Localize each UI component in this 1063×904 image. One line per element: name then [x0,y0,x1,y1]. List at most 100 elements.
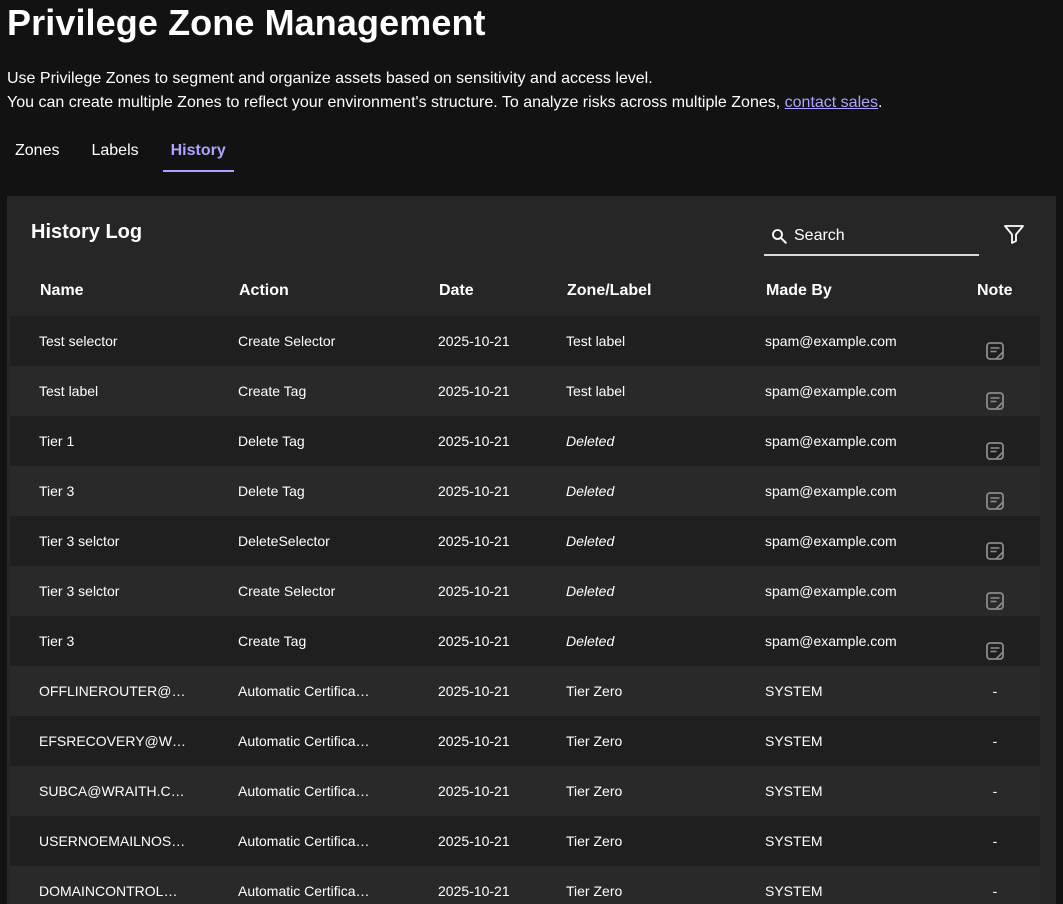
table-row[interactable]: Test label Create Tag 2025-10-21 Test la… [10,366,1040,416]
column-header-zone-label[interactable]: Zone/Label [567,282,651,300]
cell-name: Tier 3 selctor [39,583,120,599]
tab-zones[interactable]: Zones [7,134,67,172]
cell-action: Automatic Certifica… [238,733,370,749]
table-row[interactable]: Tier 3 Create Tag 2025-10-21 Deleted spa… [10,616,1040,666]
search-field[interactable] [764,218,979,256]
cell-zone-label: Test label [566,333,626,349]
cell-date: 2025-10-21 [438,483,510,499]
page-title: Privilege Zone Management [7,2,486,43]
cell-action: Automatic Certifica… [238,683,370,699]
tab-labels[interactable]: Labels [83,134,146,172]
cell-zone-label: Tier Zero [566,833,623,849]
cell-made-by: SYSTEM [765,833,823,849]
cell-date: 2025-10-21 [438,783,510,799]
cell-made-by: spam@example.com [765,633,897,649]
cell-action: Automatic Certifica… [238,883,370,899]
history-table-body: Test selector Create Selector 2025-10-21… [10,316,1040,904]
contact-sales-link[interactable]: contact sales [785,94,878,111]
cell-action: Create Tag [238,633,307,649]
note-icon[interactable] [985,631,1005,660]
filter-icon [1002,222,1026,251]
note-icon[interactable] [985,331,1005,360]
cell-date: 2025-10-21 [438,333,510,349]
cell-action: Delete Tag [238,433,305,449]
cell-made-by: spam@example.com [765,433,897,449]
cell-action: Automatic Certifica… [238,833,370,849]
cell-made-by: SYSTEM [765,783,823,799]
column-header-note: Note [977,282,1013,299]
cell-name: DOMAINCONTROL… [39,883,178,899]
table-row[interactable]: Test selector Create Selector 2025-10-21… [10,316,1040,366]
cell-made-by: SYSTEM [765,683,823,699]
cell-action: Delete Tag [238,483,305,499]
column-header-name[interactable]: Name [40,282,84,300]
cell-note: - [992,733,998,749]
cell-action: Create Selector [238,583,336,599]
cell-zone-label: Deleted [566,583,615,599]
cell-name: USERNOEMAILNOS… [39,833,186,849]
note-icon[interactable] [985,581,1005,610]
table-row[interactable]: DOMAINCONTROL… Automatic Certifica… 2025… [10,866,1040,904]
cell-date: 2025-10-21 [438,383,510,399]
cell-zone-label: Tier Zero [566,683,623,699]
table-row[interactable]: USERNOEMAILNOS… Automatic Certifica… 202… [10,816,1040,866]
cell-zone-label: Tier Zero [566,883,623,899]
cell-action: Create Selector [238,333,336,349]
note-icon[interactable] [985,531,1005,560]
cell-zone-label: Tier Zero [566,783,623,799]
cell-action: Create Tag [238,383,307,399]
cell-made-by: spam@example.com [765,333,897,349]
cell-note: - [992,833,998,849]
note-icon[interactable] [985,431,1005,460]
cell-made-by: SYSTEM [765,733,823,749]
cell-made-by: spam@example.com [765,383,897,399]
history-log-panel: History Log Name Action Date Zone/Label … [7,196,1056,904]
tab-history[interactable]: History [162,134,234,172]
column-header-made-by[interactable]: Made By [766,282,832,300]
table-row[interactable]: Tier 3 Delete Tag 2025-10-21 Deleted spa… [10,466,1040,516]
column-header-date[interactable]: Date [439,282,474,300]
cell-zone-label: Deleted [566,433,615,449]
search-input[interactable] [794,227,964,245]
description-line-2: You can create multiple Zones to reflect… [7,91,882,115]
cell-made-by: spam@example.com [765,483,897,499]
cell-action: Automatic Certifica… [238,783,370,799]
table-row[interactable]: Tier 3 selctor DeleteSelector 2025-10-21… [10,516,1040,566]
note-icon[interactable] [985,481,1005,510]
cell-name: Test selector [39,333,118,349]
search-icon [770,227,788,245]
cell-made-by: spam@example.com [765,583,897,599]
cell-name: OFFLINEROUTER@… [39,683,186,699]
table-row[interactable]: SUBCA@WRAITH.C… Automatic Certifica… 202… [10,766,1040,816]
cell-note: - [992,783,998,799]
table-header: Name Action Date Zone/Label Made By Note [7,266,1056,316]
cell-note: - [992,683,998,699]
cell-zone-label: Deleted [566,483,615,499]
description-line-1: Use Privilege Zones to segment and organ… [7,70,653,87]
cell-name: Tier 3 selctor [39,533,120,549]
cell-name: SUBCA@WRAITH.C… [39,783,185,799]
column-header-action[interactable]: Action [239,282,289,300]
table-row[interactable]: Tier 3 selctor Create Selector 2025-10-2… [10,566,1040,616]
description-line-2-text: You can create multiple Zones to reflect… [7,94,781,111]
cell-action: DeleteSelector [238,533,330,549]
cell-made-by: spam@example.com [765,533,897,549]
note-icon[interactable] [985,381,1005,410]
cell-name: Test label [39,383,99,399]
table-row[interactable]: EFSRECOVERY@W… Automatic Certifica… 2025… [10,716,1040,766]
description-end: . [878,94,883,111]
filter-button[interactable] [1000,222,1028,250]
cell-name: Tier 1 [39,433,75,449]
cell-date: 2025-10-21 [438,633,510,649]
table-row[interactable]: Tier 1 Delete Tag 2025-10-21 Deleted spa… [10,416,1040,466]
cell-zone-label: Deleted [566,633,615,649]
cell-name: Tier 3 [39,483,75,499]
cell-date: 2025-10-21 [438,433,510,449]
table-row[interactable]: OFFLINEROUTER@… Automatic Certifica… 202… [10,666,1040,716]
cell-zone-label: Deleted [566,533,615,549]
cell-made-by: SYSTEM [765,883,823,899]
history-log-title: History Log [31,221,143,243]
tab-bar: Zones Labels History [0,134,234,172]
page-description: Use Privilege Zones to segment and organ… [7,67,882,115]
cell-date: 2025-10-21 [438,833,510,849]
